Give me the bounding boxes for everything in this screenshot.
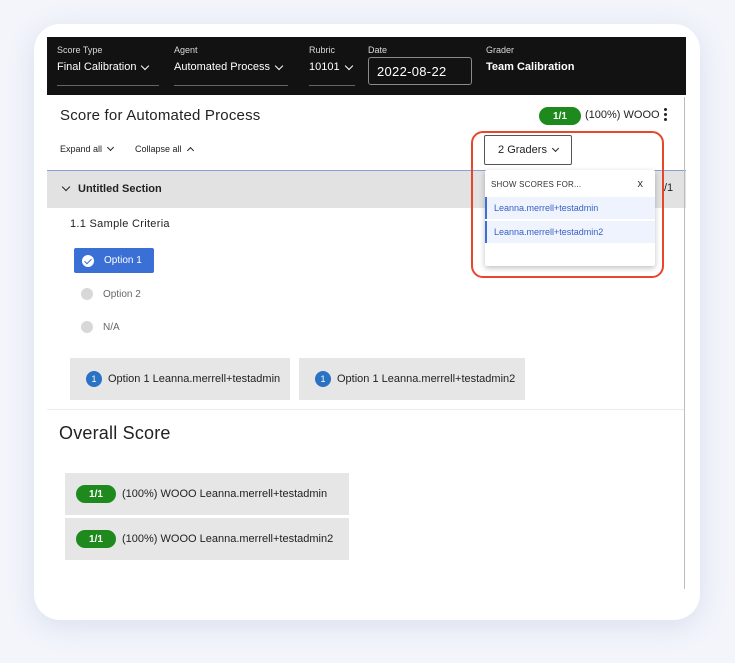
option-label: Option 2 xyxy=(103,288,141,300)
agent-select[interactable]: Agent Automated Process xyxy=(174,45,288,86)
overall-score-row: 1/1 (100%) WOOO Leanna.merrell+testadmin xyxy=(65,473,349,515)
expand-all-label: Expand all xyxy=(60,144,103,154)
grader-result-text: Option 1 Leanna.merrell+testadmin xyxy=(108,373,281,385)
score-pill: 1/1 xyxy=(76,530,116,548)
score-pill: 1/1 xyxy=(76,485,116,503)
score-percent-text: (100%) WOOO xyxy=(585,109,660,121)
option-1-selected[interactable]: Option 1 xyxy=(74,248,154,273)
score-pill: 1/1 xyxy=(539,107,581,125)
score-type-select[interactable]: Score Type Final Calibration xyxy=(57,45,159,86)
chevron-down-icon xyxy=(274,61,284,70)
rubric-value: 10101 xyxy=(309,61,340,73)
date-field-label-wrap: Date xyxy=(368,45,387,55)
filter-bar: Score Type Final Calibration Agent Autom… xyxy=(47,37,686,95)
divider xyxy=(47,409,684,410)
chevron-down-icon xyxy=(141,61,150,70)
score-type-label: Score Type xyxy=(57,45,103,55)
agent-label: Agent xyxy=(174,45,198,55)
overall-score-row: 1/1 (100%) WOOO Leanna.merrell+testadmin… xyxy=(65,518,349,560)
expand-all-button[interactable]: Expand all xyxy=(60,143,115,154)
collapse-all-label: Collapse all xyxy=(135,144,182,154)
criteria-title: 1.1 Sample Criteria xyxy=(70,218,170,230)
option-na-radio[interactable]: N/A xyxy=(81,321,120,333)
grader-result-chip: 1 Option 1 Leanna.merrell+testadmin xyxy=(70,358,290,400)
date-label: Date xyxy=(368,45,388,55)
check-icon xyxy=(82,254,94,267)
chevron-up-icon xyxy=(186,146,194,155)
chevron-down-icon xyxy=(344,61,353,70)
grader-number-badge: 1 xyxy=(86,371,102,387)
section-title: Untitled Section xyxy=(78,183,162,195)
overall-score-text: (100%) WOOO Leanna.merrell+testadmin2 xyxy=(122,533,334,545)
more-options-icon[interactable] xyxy=(662,108,668,124)
score-type-value: Final Calibration xyxy=(57,61,137,73)
radio-icon xyxy=(81,321,93,333)
overall-score-text: (100%) WOOO Leanna.merrell+testadmin xyxy=(122,488,328,500)
rubric-label: Rubric xyxy=(309,45,336,55)
grader-field: Grader Team Calibration xyxy=(486,45,574,73)
collapse-all-button[interactable]: Collapse all xyxy=(135,144,194,155)
grader-result-text: Option 1 Leanna.merrell+testadmin2 xyxy=(337,373,516,385)
scroll-rail xyxy=(684,97,685,589)
agent-value: Automated Process xyxy=(174,61,270,73)
page-title: Score for Automated Process xyxy=(60,107,261,124)
date-input[interactable]: 2022-08-22 xyxy=(368,57,472,85)
grader-label: Grader xyxy=(486,45,515,55)
highlight-annotation xyxy=(471,131,664,278)
grader-number-badge: 1 xyxy=(315,371,331,387)
overall-score-title: Overall Score xyxy=(59,423,171,443)
app-window: Score Type Final Calibration Agent Autom… xyxy=(47,37,686,589)
rubric-select[interactable]: Rubric 10101 xyxy=(309,45,355,86)
option-2-radio[interactable]: Option 2 xyxy=(81,288,141,300)
grader-value: Team Calibration xyxy=(486,61,575,73)
chevron-down-icon xyxy=(61,182,71,192)
grader-result-chip: 1 Option 1 Leanna.merrell+testadmin2 xyxy=(299,358,525,400)
chevron-down-icon xyxy=(106,143,115,152)
radio-icon xyxy=(81,288,93,300)
option-label: N/A xyxy=(103,321,120,333)
option-label: Option 1 xyxy=(104,255,142,266)
section-score: /1 xyxy=(664,182,674,194)
